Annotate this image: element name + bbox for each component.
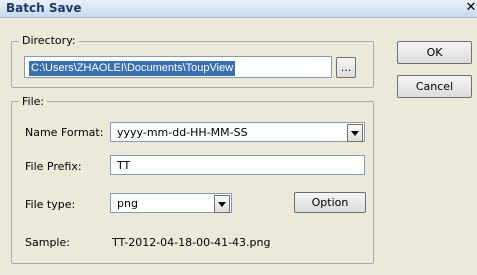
name-format-value: yyyy-mm-dd-HH-MM-SS bbox=[117, 125, 248, 139]
file-type-select[interactable]: png bbox=[110, 193, 232, 213]
directory-path-field[interactable]: C:\Users\ZHAOLEI\Documents\ToupView bbox=[24, 56, 332, 78]
option-button-label: Option bbox=[311, 196, 349, 209]
ok-button-label: OK bbox=[426, 46, 443, 59]
file-group-label: File: bbox=[19, 95, 48, 108]
chevron-down-icon[interactable] bbox=[347, 124, 363, 142]
option-button[interactable]: Option bbox=[294, 192, 366, 213]
file-type-value: png bbox=[117, 196, 138, 210]
file-prefix-input[interactable]: TT bbox=[110, 155, 365, 175]
directory-group-label: Directory: bbox=[19, 34, 79, 47]
cancel-button[interactable]: Cancel bbox=[397, 75, 472, 98]
ok-button[interactable]: OK bbox=[397, 41, 472, 64]
file-prefix-label: File Prefix: bbox=[25, 160, 82, 173]
file-type-label: File type: bbox=[25, 198, 76, 211]
sample-value: TT-2012-04-18-00-41-43.png bbox=[112, 236, 271, 249]
sample-label: Sample: bbox=[25, 236, 70, 249]
file-prefix-value: TT bbox=[117, 158, 131, 172]
name-format-label: Name Format: bbox=[25, 126, 104, 139]
title-bar: Batch Save ✕ bbox=[0, 0, 477, 18]
browse-button[interactable]: ... bbox=[336, 57, 356, 78]
chevron-down-icon[interactable] bbox=[214, 195, 230, 213]
cancel-button-label: Cancel bbox=[415, 80, 454, 93]
close-icon[interactable]: ✕ bbox=[465, 0, 477, 16]
directory-path-value: C:\Users\ZHAOLEI\Documents\ToupView bbox=[29, 61, 236, 76]
window-title: Batch Save bbox=[6, 1, 82, 15]
name-format-select[interactable]: yyyy-mm-dd-HH-MM-SS bbox=[110, 122, 365, 142]
browse-button-label: ... bbox=[340, 61, 352, 74]
batch-save-dialog: Batch Save ✕ Directory: C:\Users\ZHAOLEI… bbox=[0, 0, 477, 275]
